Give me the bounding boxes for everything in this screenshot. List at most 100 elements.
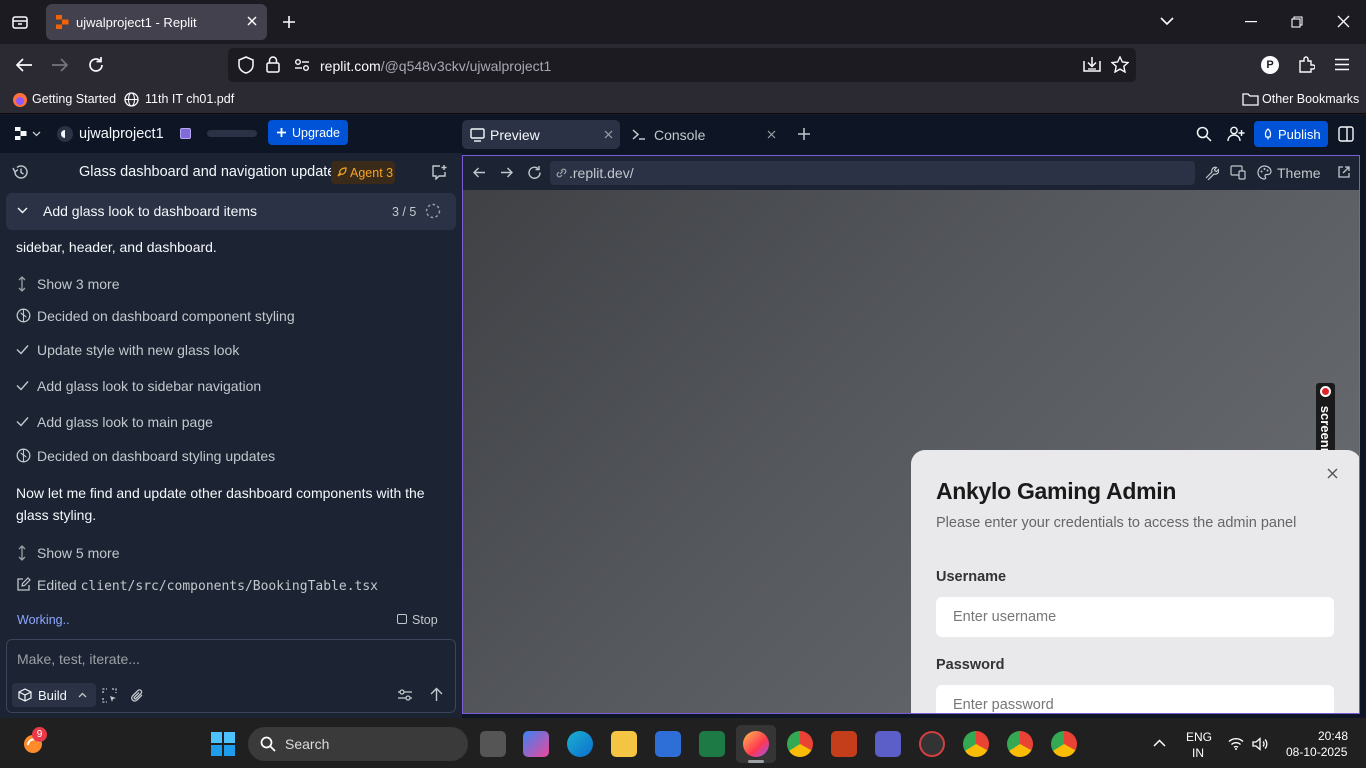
powerpoint-icon[interactable]: [831, 731, 857, 757]
chrome-profile-a-icon[interactable]: [963, 731, 989, 757]
edit-file-icon: [16, 577, 31, 592]
tab-console[interactable]: Console: [654, 127, 705, 143]
build-label: Build: [38, 688, 67, 703]
bookmark-star-icon[interactable]: [1111, 56, 1129, 73]
history-icon[interactable]: [12, 164, 29, 180]
username-input[interactable]: Enter username: [936, 597, 1334, 637]
copilot-icon[interactable]: [523, 731, 549, 757]
show-hidden-icons-chevron-icon[interactable]: [1153, 739, 1166, 747]
edge-browser-icon[interactable]: [567, 731, 593, 757]
checkmark-icon: [16, 380, 29, 391]
open-new-window-icon[interactable]: [1337, 165, 1351, 179]
teams-icon[interactable]: [875, 731, 901, 757]
minimize-window-icon[interactable]: [1245, 21, 1257, 23]
device-preview-icon[interactable]: [1230, 165, 1246, 180]
preview-reload-icon[interactable]: [527, 165, 542, 180]
brain-icon: [16, 308, 31, 323]
log-decided-item: Decided on dashboard styling updates: [37, 448, 276, 464]
taskbar-search-box[interactable]: Search: [248, 727, 468, 761]
agent-message-line: Now let me find and update other dashboa…: [16, 485, 425, 501]
chrome-profile-p-icon[interactable]: [1007, 731, 1033, 757]
language-indicator[interactable]: ENG: [1186, 730, 1212, 744]
expand-vertical-icon: [17, 276, 27, 292]
task-chevron-down-icon[interactable]: [17, 207, 28, 214]
publish-button[interactable]: Publish: [1254, 121, 1328, 147]
search-icon[interactable]: [1196, 126, 1212, 142]
close-icon[interactable]: [1327, 468, 1338, 479]
language-region: IN: [1192, 746, 1204, 760]
browser-tab-active[interactable]: ujwalproject1 - Replit: [46, 4, 267, 40]
checkmark-icon: [16, 344, 29, 355]
add-tab-plus-icon[interactable]: [797, 127, 811, 141]
list-all-tabs-chevron-icon[interactable]: [1160, 16, 1174, 26]
windows-start-icon[interactable]: [211, 732, 235, 756]
microsoft-store-icon[interactable]: [655, 731, 681, 757]
preview-back-icon[interactable]: [472, 166, 486, 179]
select-element-icon[interactable]: [102, 688, 117, 703]
theme-palette-icon[interactable]: [1257, 165, 1272, 180]
invite-user-icon[interactable]: [1227, 126, 1245, 142]
bookmark-pdf[interactable]: 11th IT ch01.pdf: [145, 92, 234, 106]
upgrade-button[interactable]: Upgrade: [268, 120, 348, 145]
show-more-button[interactable]: Show 5 more: [37, 545, 119, 561]
devtools-wrench-icon[interactable]: [1204, 165, 1219, 180]
login-title: Ankylo Gaming Admin: [936, 478, 1177, 504]
project-name[interactable]: ujwalproject1: [79, 126, 164, 142]
agent-badge-label: Agent 3: [350, 166, 394, 180]
install-app-icon[interactable]: [1083, 56, 1101, 73]
close-window-icon[interactable]: [1337, 15, 1350, 28]
toggle-layout-icon[interactable]: [1338, 126, 1354, 142]
edited-file-entry[interactable]: Edited client/src/components/BookingTabl…: [37, 577, 378, 594]
file-explorer-icon[interactable]: [611, 731, 637, 757]
usage-meter: [207, 130, 257, 137]
forward-arrow-icon[interactable]: [51, 57, 69, 73]
console-prompt-icon: [632, 129, 646, 140]
wifi-icon[interactable]: [1228, 737, 1244, 750]
bookmark-other[interactable]: Other Bookmarks: [1262, 92, 1359, 106]
tab-console-close-icon[interactable]: [767, 130, 776, 139]
firefox-icon[interactable]: [743, 731, 769, 757]
replit-logo-icon[interactable]: [15, 127, 27, 140]
reload-icon[interactable]: [87, 56, 105, 74]
volume-icon[interactable]: [1252, 737, 1269, 751]
tab-close-icon[interactable]: [246, 15, 258, 27]
url-text[interactable]: replit.com/@q548v3ckv/ujwalproject1: [320, 58, 551, 74]
stop-button[interactable]: Stop: [412, 613, 438, 627]
permissions-icon[interactable]: [294, 58, 310, 72]
password-input[interactable]: Enter password: [936, 685, 1334, 713]
new-tab-plus-icon[interactable]: [282, 15, 296, 29]
chrome-icon[interactable]: [787, 731, 813, 757]
send-arrow-up-icon[interactable]: [430, 687, 443, 702]
working-status: Working..: [17, 613, 70, 627]
show-more-button[interactable]: Show 3 more: [37, 276, 119, 292]
preview-url-text: .replit.dev/: [569, 165, 634, 181]
preview-url-bar[interactable]: .replit.dev/: [550, 161, 1195, 185]
logo-chevron-down-icon[interactable]: [32, 131, 41, 137]
login-card: Ankylo Gaming Admin Please enter your cr…: [911, 450, 1359, 713]
back-arrow-icon[interactable]: [15, 57, 33, 73]
log-line: sidebar, header, and dashboard.: [16, 239, 217, 255]
tab-list-icon[interactable]: [12, 14, 28, 30]
shield-icon[interactable]: [238, 56, 254, 74]
clock-time[interactable]: 20:48: [1318, 729, 1348, 743]
new-chat-icon[interactable]: [431, 164, 448, 180]
extensions-puzzle-icon[interactable]: [1298, 56, 1315, 73]
excel-icon[interactable]: [699, 731, 725, 757]
settings-sliders-icon[interactable]: [397, 688, 413, 702]
task-view-icon[interactable]: [480, 731, 506, 757]
profile-avatar[interactable]: P: [1261, 56, 1279, 74]
clock-date[interactable]: 08-10-2025: [1286, 745, 1347, 759]
lock-icon[interactable]: [266, 56, 280, 73]
speed-test-icon[interactable]: [919, 731, 945, 757]
chrome-profile-a2-icon[interactable]: [1051, 731, 1077, 757]
preview-forward-icon[interactable]: [500, 166, 514, 179]
attach-paperclip-icon[interactable]: [130, 688, 144, 703]
theme-button[interactable]: Theme: [1277, 165, 1321, 181]
spinner-icon: [425, 203, 441, 219]
restore-window-icon[interactable]: [1291, 16, 1303, 28]
tab-preview[interactable]: Preview: [462, 120, 620, 149]
build-mode-button[interactable]: Build: [12, 683, 96, 707]
chat-input[interactable]: Make, test, iterate...: [17, 651, 140, 667]
bookmark-getting-started[interactable]: Getting Started: [32, 92, 116, 106]
hamburger-menu-icon[interactable]: [1334, 58, 1350, 71]
